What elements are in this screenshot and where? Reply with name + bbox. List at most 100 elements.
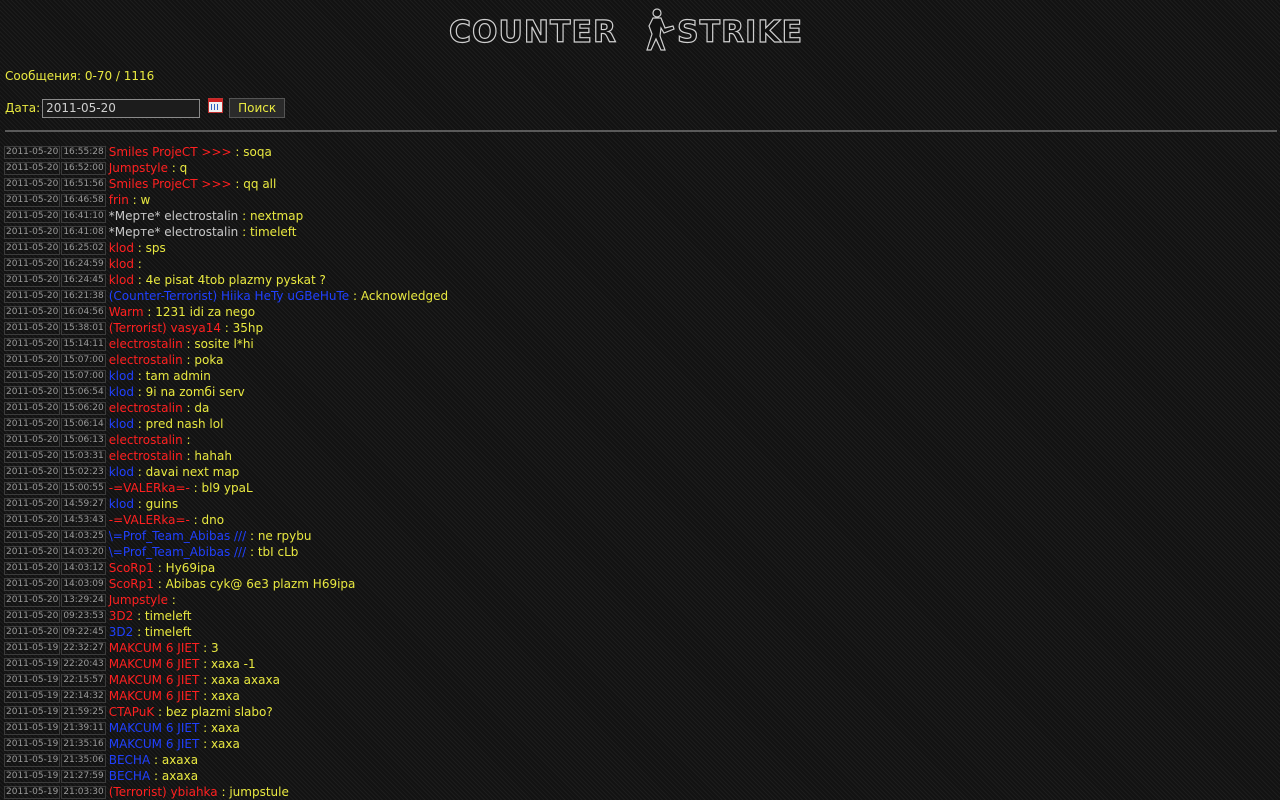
player-nick: CTAPuK bbox=[108, 705, 155, 719]
message-date: 2011-05-19 bbox=[4, 705, 61, 719]
message-text: da bbox=[194, 401, 210, 415]
message-row: 2011-05-20 16:24:59 klod : bbox=[4, 256, 448, 272]
message-date: 2011-05-20 bbox=[4, 161, 61, 175]
message-text: Hy69ipa bbox=[165, 561, 216, 575]
player-nick: -=VALERka=- bbox=[108, 513, 190, 527]
separator: : bbox=[133, 385, 146, 399]
player-nick: klod bbox=[108, 465, 134, 479]
message-time: 15:06:14 bbox=[61, 417, 106, 431]
message-date: 2011-05-20 bbox=[4, 193, 61, 207]
counter-strike-logo: COUNTER STRIKE bbox=[447, 6, 831, 52]
message-row: 2011-05-19 22:15:57 MAKCUM 6 JIET : xaxa a… bbox=[4, 672, 448, 688]
date-input[interactable] bbox=[42, 98, 201, 118]
message-row: 2011-05-20 16:21:38 (Counter-Terrorist) Hi… bbox=[4, 288, 448, 304]
message-row: 2011-05-20 16:04:56 Warm : 1231 idi za neg… bbox=[4, 304, 448, 320]
message-time: 21:35:16 bbox=[61, 737, 106, 751]
message-time: 15:38:01 bbox=[61, 321, 106, 335]
message-row: 2011-05-20 15:06:20 electrostalin : da bbox=[4, 400, 448, 416]
message-date: 2011-05-20 bbox=[4, 289, 61, 303]
separator: : bbox=[182, 353, 195, 367]
separator: : bbox=[128, 193, 141, 207]
message-time: 09:23:53 bbox=[61, 609, 106, 623]
message-time: 15:06:13 bbox=[61, 433, 106, 447]
message-row: 2011-05-19 21:03:30 (Terrorist) ybiahka : … bbox=[4, 784, 448, 800]
message-date: 2011-05-20 bbox=[4, 353, 61, 367]
player-nick: MAKCUM 6 JIET bbox=[108, 673, 200, 687]
separator: : bbox=[199, 657, 211, 671]
message-row: 2011-05-20 14:03:20 \=Prof_Team_Abibas ///… bbox=[4, 544, 448, 560]
separator: : bbox=[349, 289, 361, 303]
logo-text-right: STRIKE bbox=[677, 15, 803, 50]
message-date: 2011-05-20 bbox=[4, 321, 61, 335]
message-row: 2011-05-19 21:35:16 MAKCUM 6 JIET : xaxa bbox=[4, 736, 448, 752]
separator: : bbox=[199, 689, 211, 703]
message-row: 2011-05-19 22:32:27 MAKCUM 6 JIET : 3 bbox=[4, 640, 448, 656]
separator: : bbox=[154, 705, 166, 719]
message-text: tbI cLb bbox=[257, 545, 299, 559]
message-row: 2011-05-19 21:35:06 BECHA : axaxa bbox=[4, 752, 448, 768]
message-date: 2011-05-20 bbox=[4, 305, 61, 319]
message-time: 14:59:27 bbox=[61, 497, 106, 511]
player-nick: electrostalin bbox=[108, 353, 183, 367]
separator: : bbox=[133, 625, 145, 639]
separator: : bbox=[199, 721, 211, 735]
message-date: 2011-05-20 bbox=[4, 497, 61, 511]
separator: : bbox=[150, 753, 162, 767]
message-text: sosite l*hi bbox=[194, 337, 254, 351]
message-date: 2011-05-20 bbox=[4, 481, 61, 495]
separator: : bbox=[246, 545, 258, 559]
message-text: poka bbox=[194, 353, 224, 367]
search-button[interactable]: Поиск bbox=[229, 98, 286, 118]
player-nick: BECHA bbox=[108, 753, 151, 767]
message-time: 16:41:08 bbox=[61, 225, 106, 239]
player-nick: MAKCUM 6 JIET bbox=[108, 657, 200, 671]
message-time: 16:51:56 bbox=[61, 177, 106, 191]
message-row: 2011-05-20 16:25:02 klod : sps bbox=[4, 240, 448, 256]
player-nick: klod bbox=[108, 369, 134, 383]
calendar-icon[interactable] bbox=[208, 97, 224, 113]
message-text: bl9 ypaL bbox=[201, 481, 253, 495]
message-row: 2011-05-19 22:14:32 MAKCUM 6 JIET : xaxa bbox=[4, 688, 448, 704]
message-text: Abibas cyk@ 6e3 plazm H69ipa bbox=[165, 577, 356, 591]
separator: : bbox=[182, 433, 195, 447]
date-label: Дата: bbox=[5, 101, 41, 115]
message-date: 2011-05-20 bbox=[4, 145, 61, 159]
separator: : bbox=[182, 337, 195, 351]
message-text: 1231 idi za nego bbox=[155, 305, 256, 319]
message-date: 2011-05-20 bbox=[4, 337, 61, 351]
message-time: 16:55:28 bbox=[61, 145, 106, 159]
message-date: 2011-05-20 bbox=[4, 257, 61, 271]
message-time: 15:07:00 bbox=[61, 369, 106, 383]
message-time: 16:41:10 bbox=[61, 209, 106, 223]
player-nick: electrostalin bbox=[108, 449, 183, 463]
message-text: 9i na zomбi serv bbox=[145, 385, 245, 399]
message-text: timeleft bbox=[144, 625, 192, 639]
message-log: 2011-05-20 16:55:28 Smiles ProjeCT >>> : s… bbox=[4, 144, 448, 800]
separator: : bbox=[238, 225, 250, 239]
separator: : bbox=[220, 321, 233, 335]
message-row: 2011-05-20 16:41:08 *Мерте* electrostalin … bbox=[4, 224, 448, 240]
message-text: w bbox=[140, 193, 151, 207]
message-date: 2011-05-20 bbox=[4, 177, 61, 191]
message-time: 15:03:31 bbox=[61, 449, 106, 463]
separator: : bbox=[133, 497, 146, 511]
message-text: xaxa bbox=[210, 737, 240, 751]
message-date: 2011-05-20 bbox=[4, 513, 61, 527]
player-nick: klod bbox=[108, 241, 134, 255]
message-date: 2011-05-19 bbox=[4, 753, 61, 767]
player-nick: Smiles ProjeCT >>> bbox=[108, 177, 232, 191]
message-row: 2011-05-20 15:06:14 klod : pred nash lol bbox=[4, 416, 448, 432]
message-row: 2011-05-20 13:29:24 Jumpstyle : bbox=[4, 592, 448, 608]
separator: : bbox=[231, 145, 244, 159]
message-date: 2011-05-20 bbox=[4, 401, 61, 415]
message-row: 2011-05-20 16:52:00 Jumpstyle : q bbox=[4, 160, 448, 176]
message-row: 2011-05-20 16:51:56 Smiles ProjeCT >>> : q… bbox=[4, 176, 448, 192]
message-time: 14:03:12 bbox=[61, 561, 106, 575]
message-date: 2011-05-20 bbox=[4, 273, 61, 287]
separator: : bbox=[133, 417, 146, 431]
message-row: 2011-05-20 16:46:58 frin : w bbox=[4, 192, 448, 208]
message-time: 22:15:57 bbox=[61, 673, 106, 687]
player-nick: \=Prof_Team_Abibas /// bbox=[108, 545, 247, 559]
separator: : bbox=[238, 209, 250, 223]
message-row: 2011-05-20 15:06:13 electrostalin : bbox=[4, 432, 448, 448]
